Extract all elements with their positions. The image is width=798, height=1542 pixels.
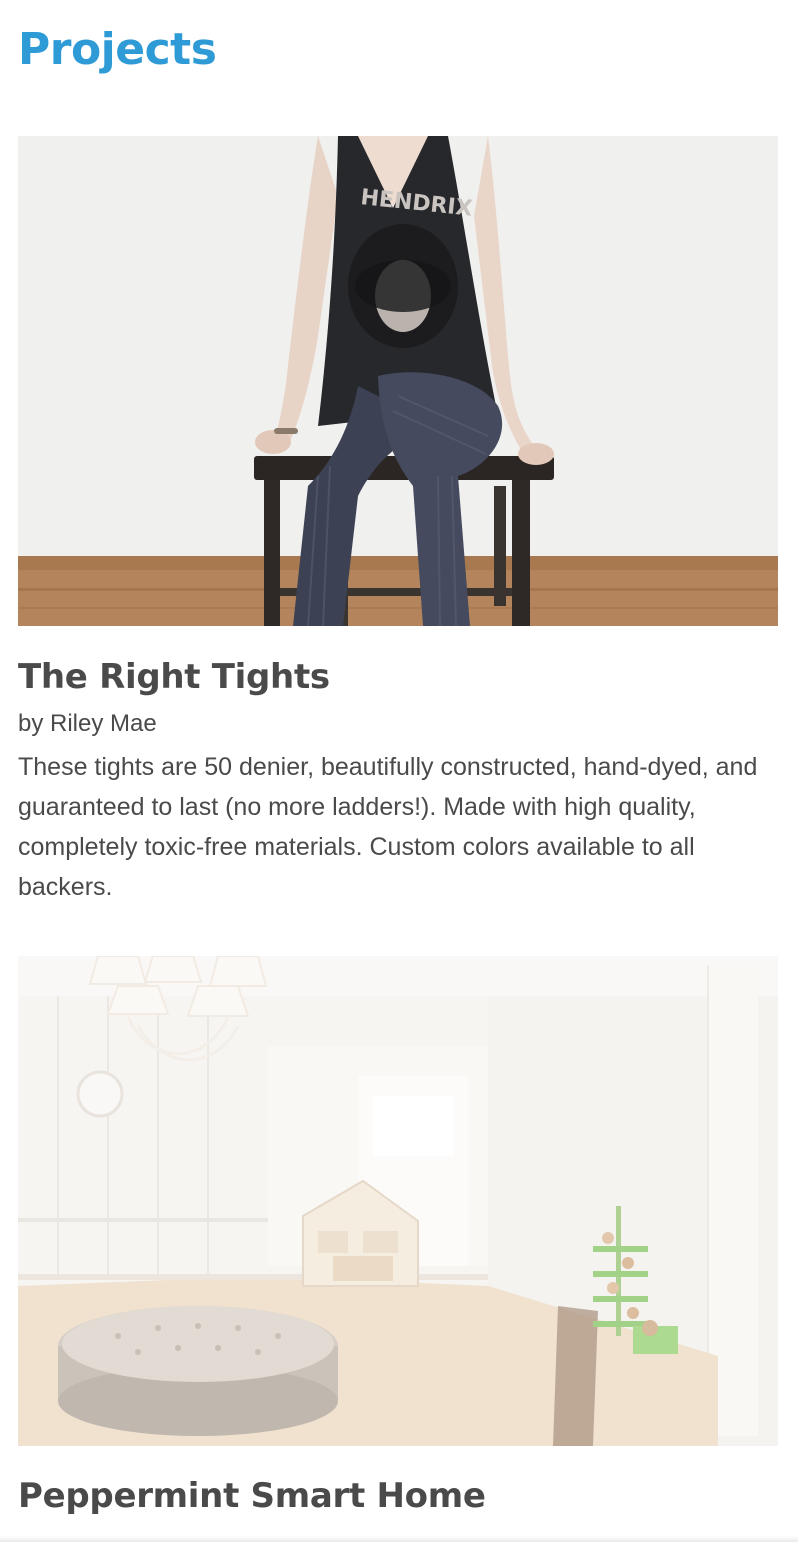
project-photo-room — [18, 956, 778, 1446]
project-image[interactable]: HENDRIX — [18, 136, 778, 626]
project-photo-tights: HENDRIX — [18, 136, 778, 626]
project-author: by Riley Mae — [18, 710, 157, 737]
page-title: Projects — [18, 24, 217, 75]
project-title[interactable]: The Right Tights — [18, 655, 778, 699]
project-card[interactable]: Peppermint Smart Home — [18, 956, 778, 1518]
project-title[interactable]: Peppermint Smart Home — [18, 1474, 778, 1518]
project-card[interactable]: HENDRIX The Right Tights by Riley Mae Th… — [18, 136, 778, 907]
project-image[interactable] — [18, 956, 778, 1446]
viewport-edge — [0, 1536, 798, 1542]
project-description: These tights are 50 denier, beautifully … — [18, 753, 758, 901]
